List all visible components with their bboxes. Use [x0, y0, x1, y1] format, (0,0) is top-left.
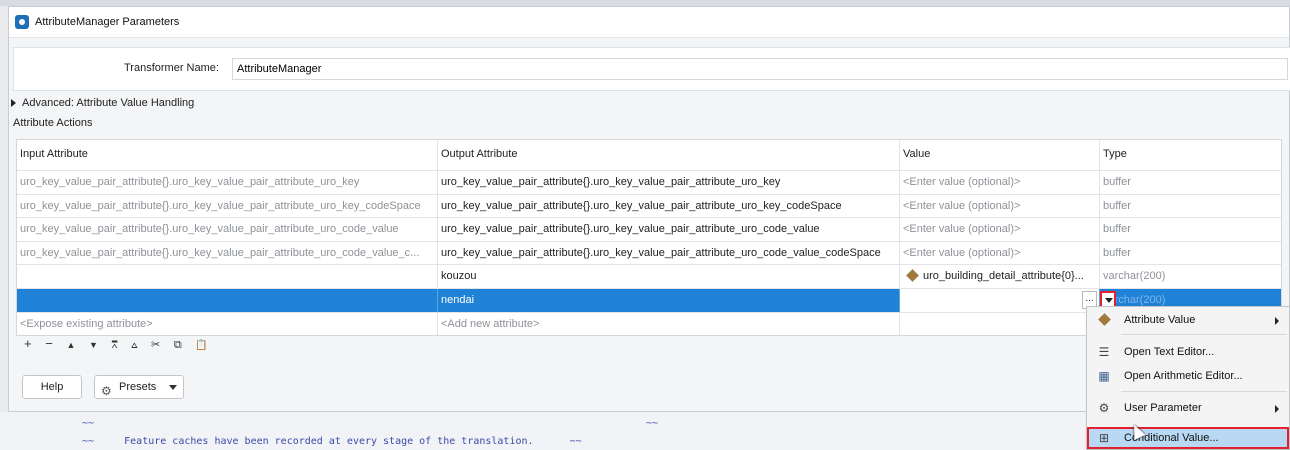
menu-item-label: Attribute Value: [1124, 314, 1196, 326]
presets-button[interactable]: ⚙ Presets: [94, 375, 184, 399]
output-attribute-cell[interactable]: uro_key_value_pair_attribute{}.uro_key_v…: [438, 194, 900, 218]
value-cell[interactable]: <Enter value (optional)>: [900, 171, 1100, 194]
advanced-section-toggle[interactable]: Advanced: Attribute Value Handling: [11, 97, 194, 109]
advanced-section-label: Advanced: Attribute Value Handling: [22, 97, 195, 109]
header-type[interactable]: Type: [1100, 140, 1283, 170]
output-attribute-cell[interactable]: uro_key_value_pair_attribute{}.uro_key_v…: [438, 218, 900, 241]
menu-item-label: Open Arithmetic Editor...: [1124, 370, 1243, 382]
window-title: AttributeManager Parameters: [35, 16, 180, 28]
menu-item-open-arithmetic-editor[interactable]: ▦ Open Arithmetic Editor...: [1087, 365, 1289, 387]
menu-item-label: Open Text Editor...: [1124, 346, 1215, 358]
cut-icon[interactable]: ✂: [151, 338, 160, 351]
submenu-arrow-icon: [1275, 405, 1279, 413]
table-row[interactable]: uro_key_value_pair_attribute{}.uro_key_v…: [17, 171, 1281, 195]
add-row-icon[interactable]: +: [24, 336, 32, 351]
log-line: ~~ Feature caches have been recorded at …: [82, 436, 582, 447]
table-row[interactable]: kouzou uro_building_detail_attribute{0}.…: [17, 265, 1281, 289]
move-up-icon[interactable]: ▲: [66, 340, 75, 350]
attribute-actions-label: Attribute Actions: [13, 117, 93, 129]
calculator-icon: ▦: [1098, 369, 1110, 383]
value-text: uro_building_detail_attribute{0}...: [923, 270, 1084, 283]
type-cell[interactable]: buffer: [1100, 195, 1283, 218]
gear-icon: ⚙: [1098, 401, 1110, 415]
header-value[interactable]: Value: [900, 140, 1100, 170]
menu-item-attribute-value[interactable]: Attribute Value: [1087, 309, 1289, 331]
add-attribute-cell[interactable]: <Add new attribute>: [438, 312, 900, 336]
log-line: ~~: [646, 418, 659, 429]
output-attribute-cell[interactable]: uro_key_value_pair_attribute{}.uro_key_v…: [438, 241, 900, 265]
move-top-icon[interactable]: ⩞: [112, 340, 118, 351]
copy-icon[interactable]: ⧉: [174, 339, 182, 352]
remove-row-icon[interactable]: −: [45, 336, 53, 351]
header-input-attribute[interactable]: Input Attribute: [17, 140, 438, 170]
paste-icon[interactable]: 📋: [195, 340, 207, 351]
menu-item-user-parameter[interactable]: ⚙ User Parameter: [1087, 397, 1289, 419]
table-row[interactable]: uro_key_value_pair_attribute{}.uro_key_v…: [17, 241, 1283, 266]
output-attribute-cell[interactable]: nendai: [438, 288, 900, 312]
text-editor-icon: ☰: [1098, 345, 1110, 359]
menu-separator: [1121, 391, 1287, 392]
table-grid-icon: ⊞: [1098, 431, 1110, 445]
table-row[interactable]: uro_key_value_pair_attribute{}.uro_key_v…: [17, 218, 1281, 242]
presets-gear-icon: ⚙: [101, 384, 112, 398]
move-bottom-icon[interactable]: ⩟: [131, 340, 137, 351]
transformer-name-label: Transformer Name:: [124, 62, 219, 74]
input-attribute-cell[interactable]: [17, 265, 438, 288]
value-context-menu: Attribute Value ☰ Open Text Editor... ▦ …: [1086, 306, 1290, 450]
type-cell[interactable]: buffer: [1100, 218, 1283, 241]
input-attribute-cell[interactable]: uro_key_value_pair_attribute{}.uro_key_v…: [17, 171, 438, 194]
input-attribute-cell[interactable]: [17, 288, 438, 312]
table-toolbar: + − ▲ ▼ ⩞ ⩟ ✂ ⧉ 📋: [24, 336, 218, 352]
input-attribute-cell[interactable]: uro_key_value_pair_attribute{}.uro_key_v…: [17, 241, 438, 265]
table-header: Input Attribute Output Attribute Value T…: [17, 140, 1281, 171]
expose-attribute-cell[interactable]: <Expose existing attribute>: [17, 312, 438, 336]
menu-item-label: User Parameter: [1124, 402, 1202, 414]
move-down-icon[interactable]: ▼: [89, 340, 98, 350]
menu-item-conditional-value[interactable]: ⊞ Conditional Value...: [1087, 427, 1289, 449]
menu-item-open-text-editor[interactable]: ☰ Open Text Editor...: [1087, 341, 1289, 363]
expand-arrow-icon: [11, 99, 16, 108]
value-cell[interactable]: <Enter value (optional)>: [900, 194, 1100, 218]
chevron-down-icon: [169, 385, 177, 390]
input-attribute-cell[interactable]: uro_key_value_pair_attribute{}.uro_key_v…: [17, 218, 438, 241]
type-cell[interactable]: varchar(200): [1100, 265, 1283, 288]
menu-separator: [1121, 334, 1287, 335]
value-cell[interactable]: uro_building_detail_attribute{0}...: [900, 265, 1100, 288]
title-bar: AttributeManager Parameters: [9, 7, 1289, 38]
input-attribute-cell[interactable]: uro_key_value_pair_attribute{}.uro_key_v…: [17, 194, 438, 218]
type-cell[interactable]: buffer: [1100, 242, 1283, 265]
table-row[interactable]: uro_key_value_pair_attribute{}.uro_key_v…: [17, 194, 1283, 219]
header-output-attribute[interactable]: Output Attribute: [438, 140, 900, 170]
attribute-diamond-icon: [1097, 313, 1111, 327]
help-button[interactable]: Help: [22, 375, 82, 399]
value-cell[interactable]: <Enter value (optional)>: [900, 241, 1100, 265]
transformer-name-input[interactable]: [232, 58, 1288, 80]
submenu-arrow-icon: [1275, 317, 1279, 325]
log-line: ~~: [82, 418, 95, 429]
presets-label: Presets: [119, 381, 157, 393]
app-icon: [15, 15, 29, 29]
value-cell[interactable]: [900, 312, 1100, 336]
value-cell[interactable]: [900, 288, 1100, 312]
transformer-name-panel: Transformer Name:: [13, 47, 1290, 91]
output-attribute-cell[interactable]: kouzou: [438, 265, 900, 288]
type-cell[interactable]: buffer: [1100, 171, 1283, 194]
attribute-diamond-icon: [906, 269, 919, 283]
value-cell[interactable]: <Enter value (optional)>: [900, 218, 1100, 241]
output-attribute-cell[interactable]: uro_key_value_pair_attribute{}.uro_key_v…: [438, 171, 900, 194]
